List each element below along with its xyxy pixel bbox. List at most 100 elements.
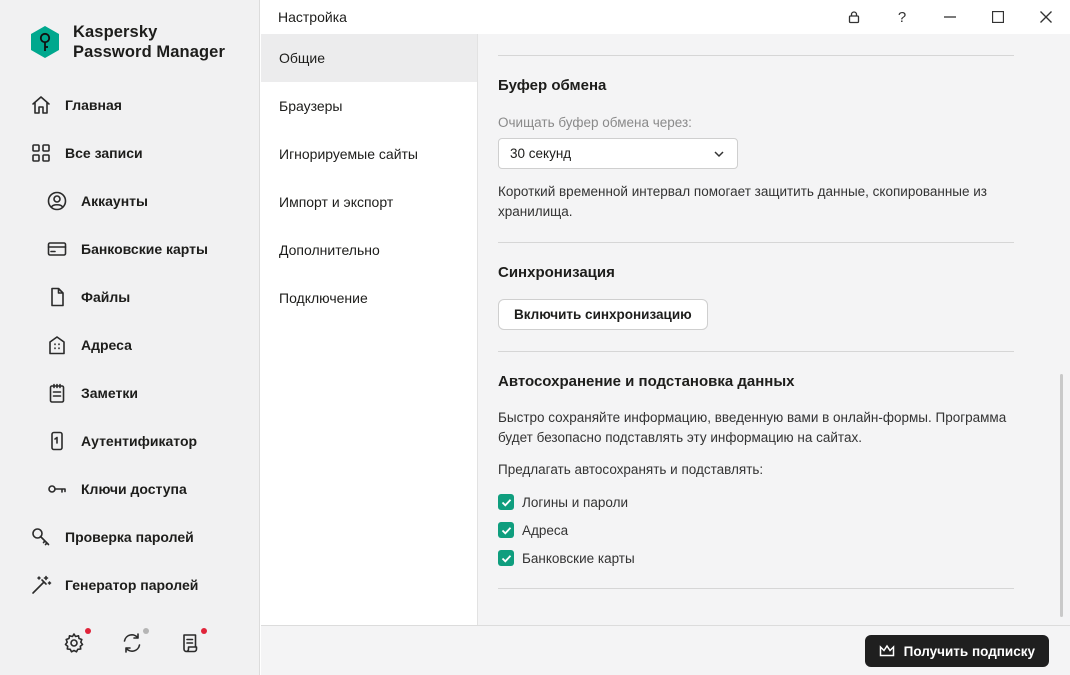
minimize-icon: [944, 16, 956, 18]
settings-tab-import-export[interactable]: Импорт и экспорт: [261, 178, 477, 226]
grid-icon: [30, 142, 52, 164]
settings-tab-general[interactable]: Общие: [261, 34, 477, 82]
checkbox-label: Логины и пароли: [522, 494, 628, 510]
sync-button[interactable]: [120, 628, 149, 656]
nav-item-password-check[interactable]: Проверка паролей: [0, 513, 259, 561]
app-name: Kaspersky Password Manager: [73, 22, 225, 62]
help-button[interactable]: ?: [878, 0, 926, 34]
autosave-description: Быстро сохраняйте информацию, введенную …: [498, 410, 1007, 445]
nav-item-password-generator[interactable]: Генератор паролей: [0, 561, 259, 609]
clipboard-section-title: Буфер обмена: [498, 77, 607, 94]
notes-icon: [183, 634, 198, 653]
user-circle-icon: [46, 190, 68, 212]
brand: Kaspersky Password Manager: [28, 22, 225, 62]
divider: [498, 55, 1014, 56]
lock-button[interactable]: [830, 0, 878, 34]
clipboard-clear-select[interactable]: 30 секунд: [498, 138, 738, 169]
settings-nav: Общие Браузеры Игнорируемые сайты Импорт…: [261, 34, 478, 625]
lock-icon: [848, 11, 860, 24]
nav-item-bank-cards[interactable]: Банковские карты: [0, 225, 259, 273]
footer: Получить подписку: [261, 625, 1070, 675]
divider: [498, 588, 1014, 589]
sync-section-title: Синхронизация: [498, 264, 615, 281]
nav-label: Банковские карты: [81, 241, 208, 257]
app-name-line2: Password Manager: [73, 43, 225, 61]
nav-label: Все записи: [65, 145, 143, 161]
sync-icon: [123, 633, 141, 653]
checkbox-checked-icon: [498, 494, 514, 510]
sidebar-bottom-toolbar: [62, 628, 207, 656]
chevron-down-icon: [714, 151, 724, 158]
nav-label: Аутентификатор: [81, 433, 198, 449]
settings-tab-connection[interactable]: Подключение: [261, 274, 477, 322]
settings-tab-browsers[interactable]: Браузеры: [261, 82, 477, 130]
notification-dot: [143, 628, 149, 634]
credit-card-icon: [46, 238, 68, 260]
nav-item-passkeys[interactable]: Ключи доступа: [0, 465, 259, 513]
gear-icon: [64, 633, 84, 653]
crown-icon: [879, 644, 894, 657]
nav-item-accounts[interactable]: Аккаунты: [0, 177, 259, 225]
magic-wand-icon: [30, 574, 52, 596]
window-titlebar: Настройка ?: [261, 0, 1070, 34]
nav-label: Аккаунты: [81, 193, 148, 209]
maximize-button[interactable]: [974, 0, 1022, 34]
nav-item-notes[interactable]: Заметки: [0, 369, 259, 417]
help-icon: ?: [897, 8, 907, 26]
nav-item-home[interactable]: Главная: [0, 81, 259, 129]
nav-item-files[interactable]: Файлы: [0, 273, 259, 321]
checkbox-bank-cards[interactable]: Банковские карты: [498, 550, 635, 566]
settings-tab-advanced[interactable]: Дополнительно: [261, 226, 477, 274]
phone-icon: [46, 430, 68, 452]
key-icon: [46, 478, 68, 500]
password-check-icon: [30, 526, 52, 548]
nav-label: Генератор паролей: [65, 577, 199, 593]
content-scrollbar[interactable]: [1060, 374, 1063, 617]
clipboard-description: Короткий временной интервал помогает защ…: [498, 184, 987, 219]
home-icon: [30, 94, 52, 116]
main-nav: Главная Все записи Аккаунты Банковские к…: [0, 81, 259, 609]
notifications-button[interactable]: [178, 628, 207, 656]
close-icon: [1040, 11, 1052, 23]
settings-button[interactable]: [62, 628, 91, 656]
app-name-line1: Kaspersky: [73, 23, 158, 41]
checkbox-logins-passwords[interactable]: Логины и пароли: [498, 494, 628, 510]
notification-dot: [201, 628, 207, 634]
nav-label: Ключи доступа: [81, 481, 187, 497]
divider: [498, 242, 1014, 243]
checkbox-label: Банковские карты: [522, 550, 635, 566]
nav-label: Заметки: [81, 385, 138, 401]
nav-label: Адреса: [81, 337, 132, 353]
subscription-label: Получить подписку: [903, 643, 1035, 659]
building-icon: [46, 334, 68, 356]
checkbox-checked-icon: [498, 522, 514, 538]
clipboard-select-value: 30 секунд: [510, 146, 572, 161]
window-title: Настройка: [278, 9, 347, 25]
kaspersky-logo-icon: [31, 26, 59, 58]
close-button[interactable]: [1022, 0, 1070, 34]
nav-label: Главная: [65, 97, 122, 113]
nav-item-all-records[interactable]: Все записи: [0, 129, 259, 177]
settings-tab-ignored-sites[interactable]: Игнорируемые сайты: [261, 130, 477, 178]
nav-label: Проверка паролей: [65, 529, 194, 545]
checkbox-checked-icon: [498, 550, 514, 566]
file-icon: [46, 286, 68, 308]
autosave-prompt: Предлагать автосохранять и подставлять:: [498, 462, 764, 477]
maximize-icon: [992, 11, 1004, 23]
clipboard-select-label: Очищать буфер обмена через:: [498, 115, 692, 130]
notepad-icon: [46, 382, 68, 404]
nav-item-authenticator[interactable]: Аутентификатор: [0, 417, 259, 465]
window-controls: ?: [830, 0, 1070, 34]
nav-item-addresses[interactable]: Адреса: [0, 321, 259, 369]
checkbox-addresses[interactable]: Адреса: [498, 522, 568, 538]
divider: [498, 351, 1014, 352]
app-sidebar: Kaspersky Password Manager Главная Все з…: [0, 0, 260, 675]
notification-dot: [85, 628, 91, 634]
nav-label: Файлы: [81, 289, 131, 305]
enable-sync-button[interactable]: Включить синхронизацию: [498, 299, 708, 330]
checkbox-label: Адреса: [522, 522, 569, 538]
autosave-section-title: Автосохранение и подстановка данных: [498, 373, 795, 390]
settings-content[interactable]: Буфер обмена Очищать буфер обмена через:…: [478, 34, 1070, 625]
minimize-button[interactable]: [926, 0, 974, 34]
get-subscription-button[interactable]: Получить подписку: [864, 635, 1049, 667]
